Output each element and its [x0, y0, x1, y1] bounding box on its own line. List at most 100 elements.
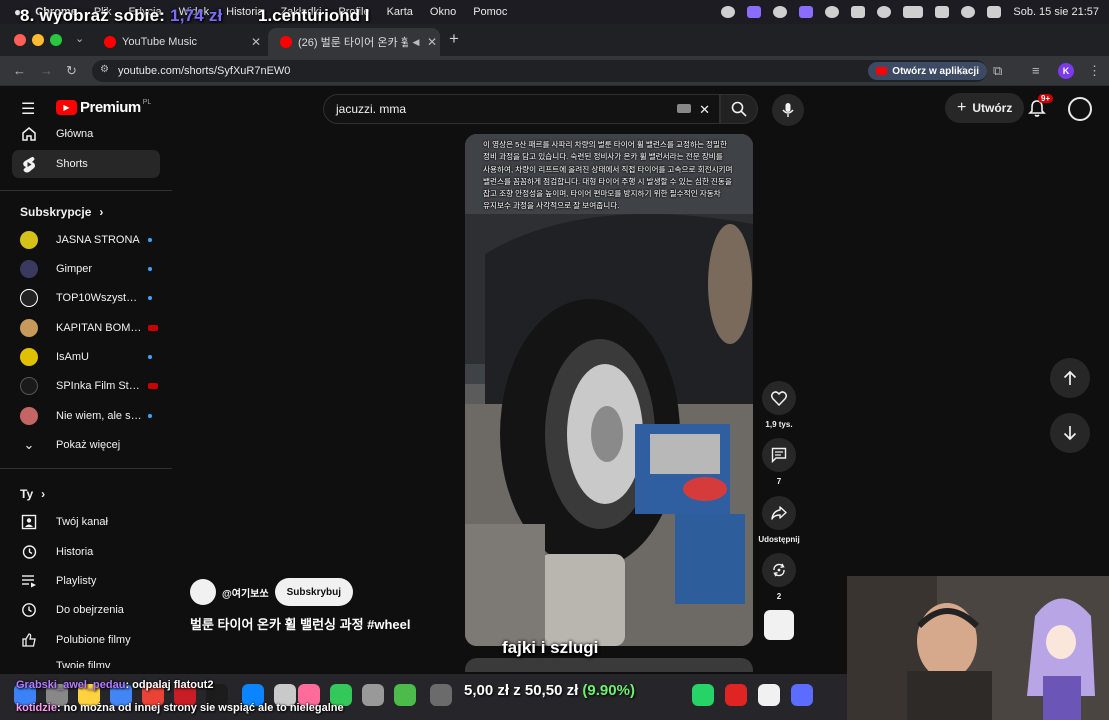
sidebar-item-home[interactable]: Główna	[12, 120, 160, 148]
profile-avatar[interactable]: K	[1058, 63, 1074, 79]
youtube-play-icon: ▶	[56, 100, 77, 115]
keyboard-icon[interactable]	[677, 104, 691, 113]
sidebar-item-channel[interactable]: IsAmU	[12, 343, 160, 371]
menu-karta[interactable]: Karta	[387, 6, 413, 18]
remix-action[interactable]: 2	[761, 553, 797, 601]
sound-thumbnail[interactable]	[764, 610, 794, 640]
speaker-icon[interactable]: ◀	[408, 37, 424, 48]
reload-button[interactable]: ↻	[66, 63, 77, 79]
address-bar[interactable]: ⚙ youtube.com/shorts/SyfXuR7nEW0 Otwórz …	[92, 60, 987, 82]
dock-app-icon[interactable]	[725, 684, 747, 706]
sidebar-item-channel[interactable]: Gimper	[12, 255, 160, 283]
share-label: Udostępnij	[758, 535, 800, 544]
sidebar-item-label: Polubione filmy	[56, 634, 131, 646]
dock-app-icon[interactable]	[394, 684, 416, 706]
comments-action[interactable]: 7	[761, 438, 797, 486]
dock-app-icon[interactable]	[758, 684, 780, 706]
like-button[interactable]	[762, 381, 796, 415]
sidebar-item-channel[interactable]: JASNA STRONA	[12, 226, 160, 254]
menubar-datetime[interactable]: Sob. 15 sie 21:57	[1013, 6, 1099, 18]
dock-app-icon[interactable]	[430, 684, 452, 706]
wifi-icon[interactable]	[935, 6, 950, 18]
dock-app-icon[interactable]	[692, 684, 714, 706]
shorts-icon	[20, 155, 38, 173]
hamburger-menu-icon[interactable]: ☰	[21, 99, 35, 119]
like-action[interactable]: 1,9 tys.	[761, 381, 797, 429]
sidebar-item-channel[interactable]: TOP10Wszystkie...	[12, 284, 160, 312]
next-short-button[interactable]	[1050, 413, 1090, 453]
minimize-window-button[interactable]	[32, 34, 44, 46]
url-text[interactable]: youtube.com/shorts/SyfXuR7nEW0	[118, 65, 290, 77]
channel-avatar[interactable]	[190, 579, 216, 605]
channel-handle[interactable]: @여기보쏘	[222, 585, 269, 600]
comments-button[interactable]	[762, 438, 796, 472]
search-input[interactable]: jacuzzi. mma ✕	[323, 94, 720, 124]
next-short-preview[interactable]	[465, 658, 753, 672]
sidebar-item-shorts[interactable]: Shorts	[12, 150, 160, 178]
sidebar-item-channel[interactable]: Nie wiem, ale się...	[12, 402, 160, 430]
moon-icon[interactable]	[877, 6, 892, 18]
you-header[interactable]: Ty ›	[20, 487, 45, 501]
channel-name: Nie wiem, ale się...	[56, 410, 142, 422]
youtube-logo[interactable]: ▶ Premium PL	[56, 99, 151, 116]
short-title[interactable]: 벌룬 타이어 온카 휠 밸런싱 과정 #wheel	[190, 614, 411, 633]
sidebar-item-your-channel[interactable]: Twój kanał	[12, 508, 160, 536]
chrome-menu-icon[interactable]: ⋮	[1088, 63, 1101, 79]
play-icon[interactable]	[773, 6, 788, 18]
search-button[interactable]	[720, 94, 758, 124]
new-content-dot	[148, 296, 152, 300]
sidebar-item-playlists[interactable]: Playlisty	[12, 567, 160, 595]
search-value[interactable]: jacuzzi. mma	[336, 102, 406, 116]
clear-search-icon[interactable]: ✕	[699, 102, 710, 118]
tab-youtube-music[interactable]: YouTube Music ✕	[92, 28, 264, 56]
sidebar-item-channel[interactable]: SPInka Film Stud...	[12, 372, 160, 400]
tab-search-button[interactable]: ⌄	[75, 32, 84, 45]
previous-short-button[interactable]	[1050, 358, 1090, 398]
new-tab-button[interactable]: +	[449, 29, 459, 49]
menu-pomoc[interactable]: Pomoc	[473, 6, 507, 18]
site-info-icon[interactable]: ⚙	[100, 64, 109, 75]
notifications-button[interactable]: 9+	[1028, 94, 1054, 123]
volume-icon[interactable]	[851, 6, 866, 18]
status-icon-1[interactable]	[721, 6, 736, 18]
battery-icon[interactable]	[903, 6, 924, 18]
close-tab-icon[interactable]: ✕	[248, 35, 264, 49]
close-tab-icon[interactable]: ✕	[424, 35, 440, 49]
tab-youtube-short[interactable]: (26) 벌룬 타이어 온카 휠 밸런 ◀ ✕	[268, 28, 440, 56]
voice-search-button[interactable]	[772, 94, 804, 126]
open-in-app-button[interactable]: Otwórz w aplikacji	[868, 62, 987, 80]
remix-button[interactable]	[762, 553, 796, 587]
reading-list-icon[interactable]: ≡	[1032, 63, 1040, 78]
create-button[interactable]: + Utwórz	[945, 93, 1025, 123]
menu-okno[interactable]: Okno	[430, 6, 456, 18]
sidebar-item-your-videos[interactable]: Twoje filmy	[12, 656, 160, 668]
back-button[interactable]: ←	[13, 63, 26, 78]
display-icon[interactable]	[799, 6, 814, 18]
subscribe-button[interactable]: Subskrybuj	[274, 578, 354, 606]
share-button[interactable]	[762, 496, 796, 530]
bookmark-star-icon[interactable]: ☆	[957, 63, 969, 79]
maximize-window-button[interactable]	[50, 34, 62, 46]
short-video-player[interactable]: 이 영상은 5산 패르를 사파리 차량의 벌룬 타이어 휠 밸런스를 교정하는 …	[465, 134, 753, 646]
channel-name: JASNA STRONA	[56, 234, 140, 246]
donation-total: z 50,50 zł	[513, 682, 579, 699]
account-avatar[interactable]	[1068, 97, 1092, 121]
spotlight-icon[interactable]	[961, 6, 976, 18]
dock-app-icon[interactable]	[791, 684, 813, 706]
show-more-button[interactable]: ⌄ Pokaż więcej	[12, 431, 160, 459]
sidebar-item-liked[interactable]: Polubione filmy	[12, 626, 160, 654]
close-window-button[interactable]	[14, 34, 26, 46]
share-action[interactable]: Udostępnij	[758, 496, 800, 544]
sidebar-item-history[interactable]: Historia	[12, 538, 160, 566]
control-center-icon[interactable]	[987, 6, 1002, 18]
sidebar-item-watch-later[interactable]: Do obejrzenia	[12, 596, 160, 624]
donation-amount: 5,00 zł	[464, 682, 510, 699]
extensions-icon[interactable]: ⧉	[993, 63, 1002, 79]
record-icon[interactable]	[825, 6, 840, 18]
dock-app-icon[interactable]	[362, 684, 384, 706]
sidebar-item-channel[interactable]: KAPITAN BOMB...	[12, 314, 160, 342]
chevron-down-icon: ⌄	[23, 437, 35, 452]
subscriptions-header[interactable]: Subskrypcje ›	[20, 205, 103, 219]
screen-record-icon[interactable]	[747, 6, 762, 18]
forward-button[interactable]: →	[40, 63, 53, 78]
